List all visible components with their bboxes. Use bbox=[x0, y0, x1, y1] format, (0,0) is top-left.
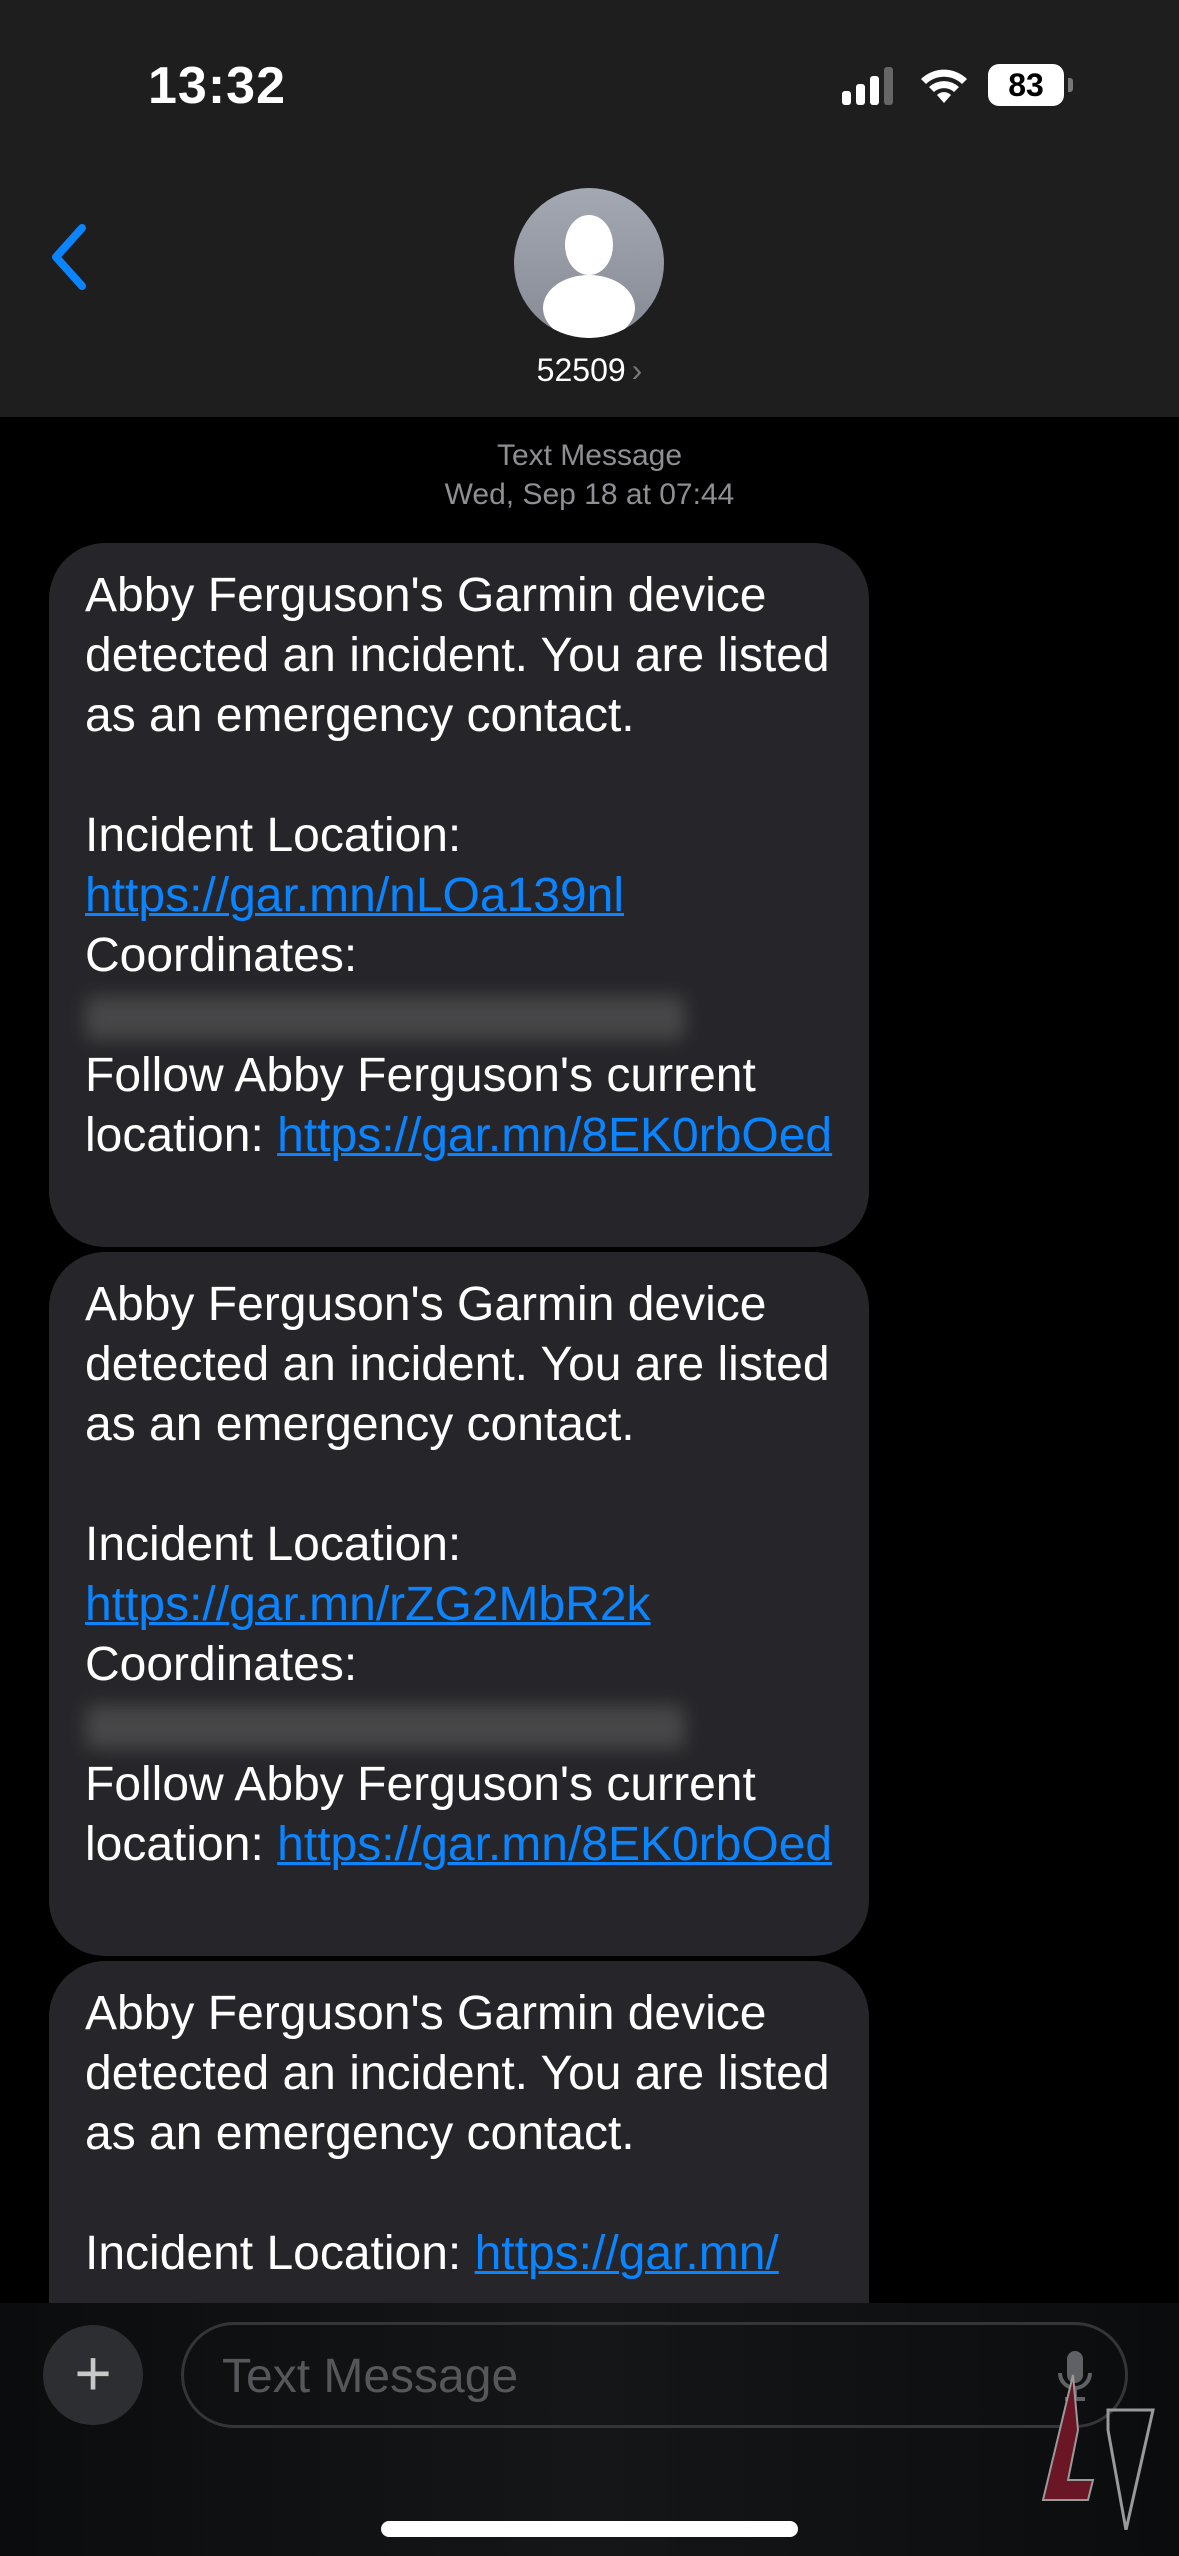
watermark-logo-icon bbox=[1041, 2374, 1155, 2530]
redacted-coordinates bbox=[85, 1705, 685, 1750]
incident-label: Incident Location: bbox=[85, 1518, 475, 1571]
contact-name-button[interactable]: 52509 › bbox=[0, 352, 1179, 389]
person-icon bbox=[543, 215, 635, 338]
message-bubble[interactable]: Abby Ferguson's Garmin device detected a… bbox=[49, 1252, 869, 1956]
plus-icon[interactable]: + bbox=[43, 2325, 143, 2425]
message-bubble[interactable]: Abby Ferguson's Garmin device detected a… bbox=[49, 543, 869, 1247]
service-label: Text Message bbox=[496, 439, 683, 472]
avatar[interactable] bbox=[514, 188, 664, 338]
incident-label: Incident Location: bbox=[85, 2227, 475, 2280]
incident-label: Incident Location: bbox=[85, 809, 475, 862]
chevron-right-icon: › bbox=[631, 352, 643, 388]
redacted-coordinates bbox=[85, 996, 685, 1041]
message-date: Wed, Sep 18 at 07:44 bbox=[444, 478, 735, 511]
incident-link[interactable]: https://gar.mn/rZG2MbR2k bbox=[85, 1578, 651, 1631]
message-input-placeholder: Text Message bbox=[222, 2350, 519, 2403]
follow-link[interactable]: https://gar.mn/8EK0rbOed bbox=[277, 1818, 832, 1871]
coordinates-label: Coordinates: bbox=[85, 1638, 358, 1691]
contact-name: 52509 bbox=[536, 352, 626, 388]
message-input[interactable]: Text Message bbox=[181, 2322, 1128, 2428]
signal-icon bbox=[842, 67, 893, 105]
thread-info: Text Message Wed, Sep 18 at 07:44 bbox=[0, 436, 1179, 514]
status-time: 13:32 bbox=[148, 57, 286, 115]
coordinates-label: Coordinates: bbox=[85, 929, 358, 982]
battery-icon: 83 bbox=[988, 64, 1073, 106]
home-indicator[interactable] bbox=[381, 2521, 798, 2537]
message-intro: Abby Ferguson's Garmin device detected a… bbox=[85, 1278, 843, 1451]
incident-link[interactable]: https://gar.mn/ bbox=[475, 2227, 779, 2280]
chevron-left-icon[interactable] bbox=[44, 222, 104, 292]
message-intro: Abby Ferguson's Garmin device detected a… bbox=[85, 1987, 843, 2160]
incident-link[interactable]: https://gar.mn/nLOa139nl bbox=[85, 869, 624, 922]
wifi-icon bbox=[921, 69, 967, 103]
message-intro: Abby Ferguson's Garmin device detected a… bbox=[85, 569, 843, 742]
follow-link[interactable]: https://gar.mn/8EK0rbOed bbox=[277, 1109, 832, 1162]
status-icons: 83 bbox=[842, 64, 1073, 106]
